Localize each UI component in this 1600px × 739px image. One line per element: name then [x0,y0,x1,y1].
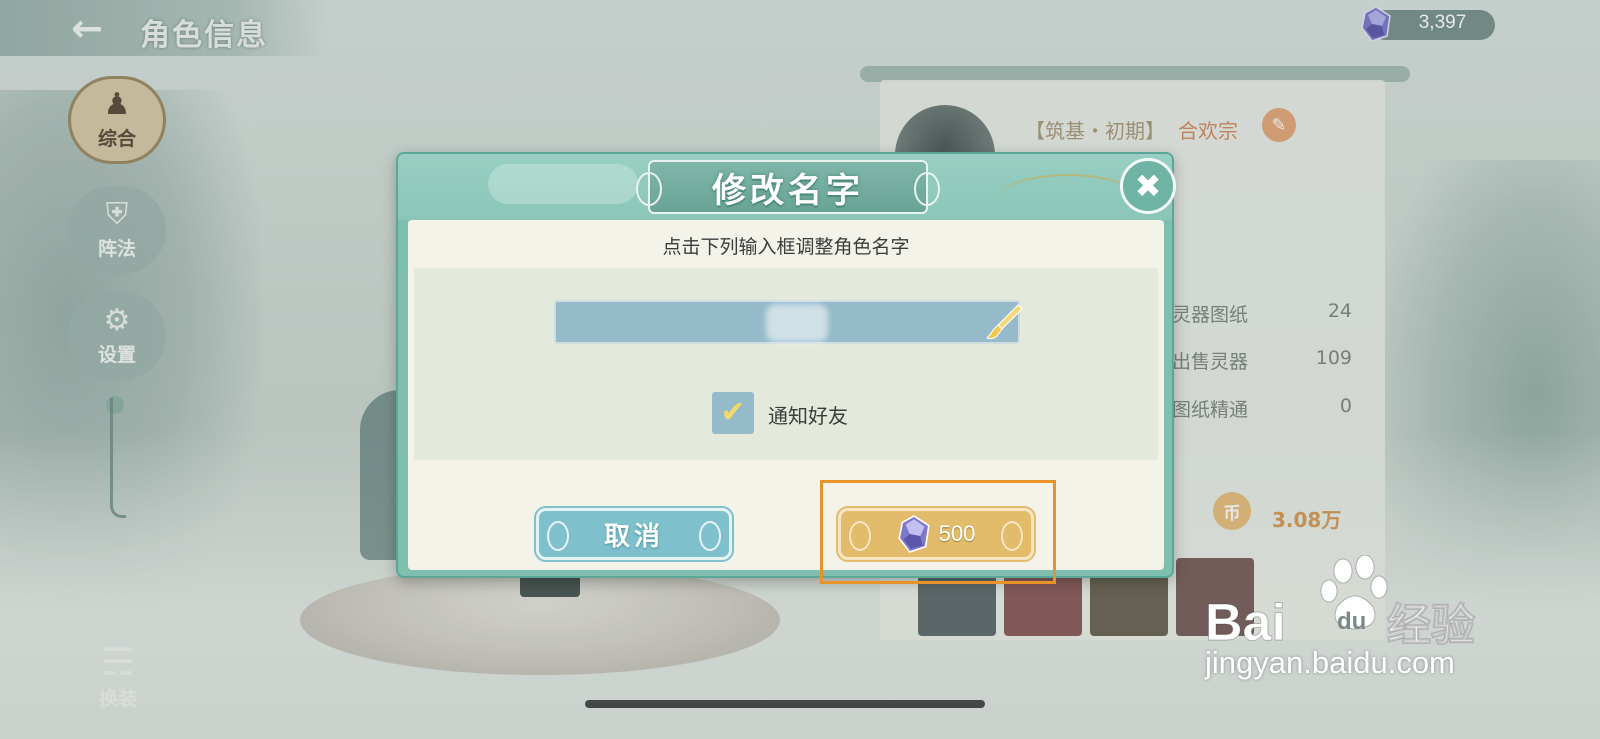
input-area: ✔ 通知好友 [414,268,1158,460]
close-x-icon: ✖ [1134,167,1162,205]
notify-friends-checkbox[interactable]: ✔ [712,392,754,434]
title-plaque: 修改名字 [636,160,940,214]
close-button[interactable]: ✖ [1120,158,1176,214]
wave-decoration [998,174,1138,220]
watermark-brand-du: du [1337,608,1366,635]
dialog-title: 修改名字 [712,170,864,211]
brush-icon[interactable] [984,302,1024,342]
watermark-brand-cn: 经验 [1387,600,1475,651]
watermark-url: jingyan.baidu.com [1205,645,1455,680]
cancel-label: 取消 [603,521,664,552]
watermark-brand-latin: Bai [1205,594,1286,652]
notify-friends-label: 通知好友 [768,404,848,428]
blurred-name [766,304,828,342]
checkmark-icon: ✔ [720,395,746,430]
dialog-body: 点击下列输入框调整角色名字 ✔ 通知好友 取消 500 [408,220,1164,570]
instruction-text: 点击下列输入框调整角色名字 [662,236,910,258]
crystal-gem-icon [898,515,930,553]
cancel-button[interactable]: 取消 [536,508,732,560]
confirm-rename-button[interactable]: 500 [838,508,1034,560]
confirm-cost-value: 500 [938,521,976,546]
cloud-decoration [488,164,638,204]
dialog-header: 修改名字 [398,154,1172,220]
rename-dialog: 修改名字 ✖ 点击下列输入框调整角色名字 ✔ 通知好友 取消 500 [396,152,1176,578]
home-indicator[interactable] [585,700,985,708]
